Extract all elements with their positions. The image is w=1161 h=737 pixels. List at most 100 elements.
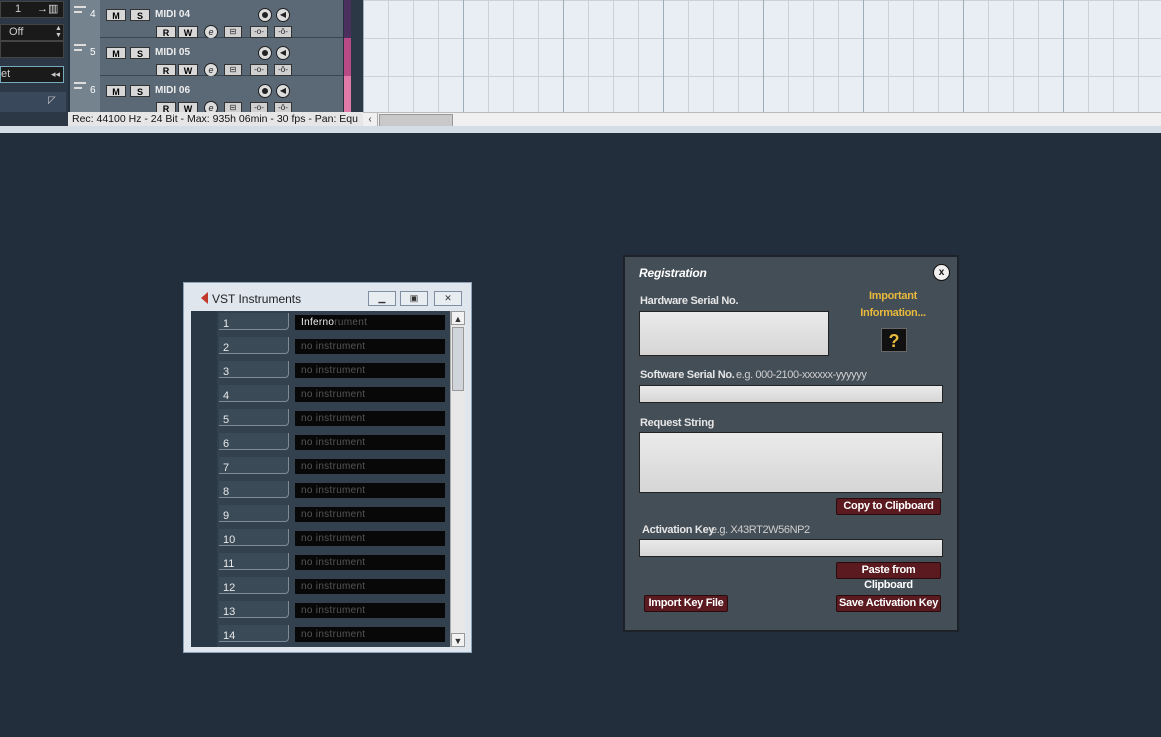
inspector-empty-field[interactable] bbox=[0, 41, 64, 58]
instrument-selector[interactable]: no instrument bbox=[295, 459, 445, 474]
track-row[interactable]: 5 M S MIDI 05 ◀ R W e ⊟ -o- -ȏ- bbox=[70, 38, 343, 77]
rewind-icon[interactable]: ◂◂ bbox=[51, 67, 60, 82]
instrument-slot[interactable]: 5 no instrument bbox=[219, 409, 445, 429]
solo-button[interactable]: S bbox=[130, 9, 150, 21]
instrument-selector[interactable]: no instrument bbox=[295, 363, 445, 378]
import-key-file-button[interactable]: Import Key File bbox=[644, 595, 728, 612]
instrument-slot[interactable]: 13 no instrument bbox=[219, 601, 445, 621]
scroll-up-icon[interactable]: ▲ bbox=[451, 311, 465, 325]
record-enable-icon[interactable] bbox=[258, 84, 272, 98]
mute-button[interactable]: M bbox=[106, 47, 126, 59]
instrument-slot[interactable]: 14 no instrument bbox=[219, 625, 445, 645]
write-button[interactable]: W bbox=[178, 26, 198, 38]
activation-key-field[interactable] bbox=[639, 539, 943, 557]
track-handle-icon[interactable] bbox=[74, 44, 86, 54]
track-name[interactable]: MIDI 04 bbox=[155, 9, 190, 20]
paste-from-clipboard-button[interactable]: Paste from Clipboard bbox=[836, 562, 941, 591]
mute-button[interactable]: M bbox=[106, 85, 126, 97]
instrument-selector[interactable]: no instrument bbox=[295, 507, 445, 522]
track-settings-icon[interactable]: ⊟ bbox=[224, 102, 242, 112]
instrument-slot[interactable]: 8 no instrument bbox=[219, 481, 445, 501]
window-titlebar[interactable]: VST Instruments ▁ ▣ ✕ bbox=[184, 283, 471, 311]
track-name[interactable]: MIDI 05 bbox=[155, 47, 190, 58]
scroll-thumb[interactable] bbox=[452, 327, 464, 391]
slot-number: 5 bbox=[219, 409, 289, 426]
monitor-icon[interactable]: ◀ bbox=[276, 84, 290, 98]
instrument-slot[interactable]: 3 no instrument bbox=[219, 361, 445, 381]
vertical-scrollbar[interactable]: ▲ ▼ bbox=[450, 311, 465, 647]
close-icon[interactable]: ✕ bbox=[434, 291, 462, 306]
track-folder-icon[interactable]: -ȏ- bbox=[274, 26, 292, 38]
solo-button[interactable]: S bbox=[130, 85, 150, 97]
scroll-down-icon[interactable]: ▼ bbox=[451, 633, 465, 647]
lane-icon[interactable]: -o- bbox=[250, 26, 268, 38]
read-button[interactable]: R bbox=[156, 102, 176, 112]
instrument-selector[interactable]: no instrument bbox=[295, 579, 445, 594]
copy-to-clipboard-button[interactable]: Copy to Clipboard bbox=[836, 498, 941, 515]
instrument-selector[interactable]: no instrument bbox=[295, 531, 445, 546]
track-name[interactable]: MIDI 06 bbox=[155, 85, 190, 96]
important-info-line2: Information... bbox=[860, 307, 926, 319]
important-information-link[interactable]: Important Information... bbox=[855, 288, 931, 322]
instrument-selector[interactable]: no instrument bbox=[295, 387, 445, 402]
software-serial-field[interactable] bbox=[639, 385, 943, 403]
read-button[interactable]: R bbox=[156, 64, 176, 76]
maximize-icon[interactable]: ▣ bbox=[400, 291, 428, 306]
monitor-icon[interactable]: ◀ bbox=[276, 46, 290, 60]
input-routing-icon[interactable]: →▥ bbox=[37, 2, 58, 17]
write-button[interactable]: W bbox=[178, 102, 198, 112]
instrument-selector[interactable]: Infernorument bbox=[295, 315, 445, 330]
event-display[interactable] bbox=[363, 0, 1161, 112]
instrument-selector[interactable]: no instrument bbox=[295, 435, 445, 450]
save-activation-key-button[interactable]: Save Activation Key bbox=[836, 595, 941, 612]
instrument-slot[interactable]: 10 no instrument bbox=[219, 529, 445, 549]
hardware-serial-field[interactable] bbox=[639, 311, 829, 356]
instrument-slot[interactable]: 2 no instrument bbox=[219, 337, 445, 357]
instrument-selector[interactable]: no instrument bbox=[295, 411, 445, 426]
instrument-slot[interactable]: 1 Infernorument bbox=[219, 313, 445, 333]
write-button[interactable]: W bbox=[178, 64, 198, 76]
instrument-slot[interactable]: 9 no instrument bbox=[219, 505, 445, 525]
instrument-selector[interactable]: no instrument bbox=[295, 339, 445, 354]
inspector-off-select[interactable]: Off ▲ ▼ bbox=[0, 24, 64, 41]
instrument-slot[interactable]: 6 no instrument bbox=[219, 433, 445, 453]
inspector-preset-field[interactable]: et ◂◂ bbox=[0, 66, 64, 83]
track-settings-icon[interactable]: ⊟ bbox=[224, 26, 242, 38]
edit-instrument-button[interactable]: e bbox=[204, 25, 218, 39]
horizontal-scrollbar[interactable]: ‹ bbox=[363, 112, 1161, 127]
help-icon[interactable]: ? bbox=[881, 328, 907, 352]
expand-corner-icon[interactable]: ◸ bbox=[48, 95, 56, 106]
mute-button[interactable]: M bbox=[106, 9, 126, 21]
close-button[interactable]: x bbox=[933, 264, 950, 281]
lane-icon[interactable]: -o- bbox=[250, 64, 268, 76]
minimize-icon[interactable]: ▁ bbox=[368, 291, 396, 306]
inspector-number-field[interactable]: 1 →▥ bbox=[0, 1, 64, 18]
record-enable-icon[interactable] bbox=[258, 46, 272, 60]
track-handle-icon[interactable] bbox=[74, 6, 86, 16]
instrument-slot[interactable]: 12 no instrument bbox=[219, 577, 445, 597]
instrument-placeholder: no instrument bbox=[301, 629, 366, 640]
track-folder-icon[interactable]: -ȏ- bbox=[274, 102, 292, 112]
scroll-left-icon[interactable]: ‹ bbox=[363, 113, 378, 126]
edit-instrument-button[interactable]: e bbox=[204, 101, 218, 112]
instrument-slot[interactable]: 11 no instrument bbox=[219, 553, 445, 573]
read-button[interactable]: R bbox=[156, 26, 176, 38]
instrument-selector[interactable]: no instrument bbox=[295, 627, 445, 642]
record-enable-icon[interactable] bbox=[258, 8, 272, 22]
track-settings-icon[interactable]: ⊟ bbox=[224, 64, 242, 76]
request-string-field[interactable] bbox=[639, 432, 943, 493]
track-row[interactable]: 4 M S MIDI 04 ◀ R W e ⊟ -o- -ȏ- bbox=[70, 0, 343, 39]
instrument-slot[interactable]: 7 no instrument bbox=[219, 457, 445, 477]
inspector-bar bbox=[0, 92, 66, 114]
monitor-icon[interactable]: ◀ bbox=[276, 8, 290, 22]
track-handle-icon[interactable] bbox=[74, 82, 86, 92]
instrument-slot[interactable]: 4 no instrument bbox=[219, 385, 445, 405]
instrument-selector[interactable]: no instrument bbox=[295, 603, 445, 618]
track-folder-icon[interactable]: -ȏ- bbox=[274, 64, 292, 76]
instrument-selector[interactable]: no instrument bbox=[295, 483, 445, 498]
instrument-selector[interactable]: no instrument bbox=[295, 555, 445, 570]
edit-instrument-button[interactable]: e bbox=[204, 63, 218, 77]
track-row[interactable]: 6 M S MIDI 06 ◀ R W e ⊟ -o- -ȏ- bbox=[70, 76, 343, 112]
solo-button[interactable]: S bbox=[130, 47, 150, 59]
lane-icon[interactable]: -o- bbox=[250, 102, 268, 112]
